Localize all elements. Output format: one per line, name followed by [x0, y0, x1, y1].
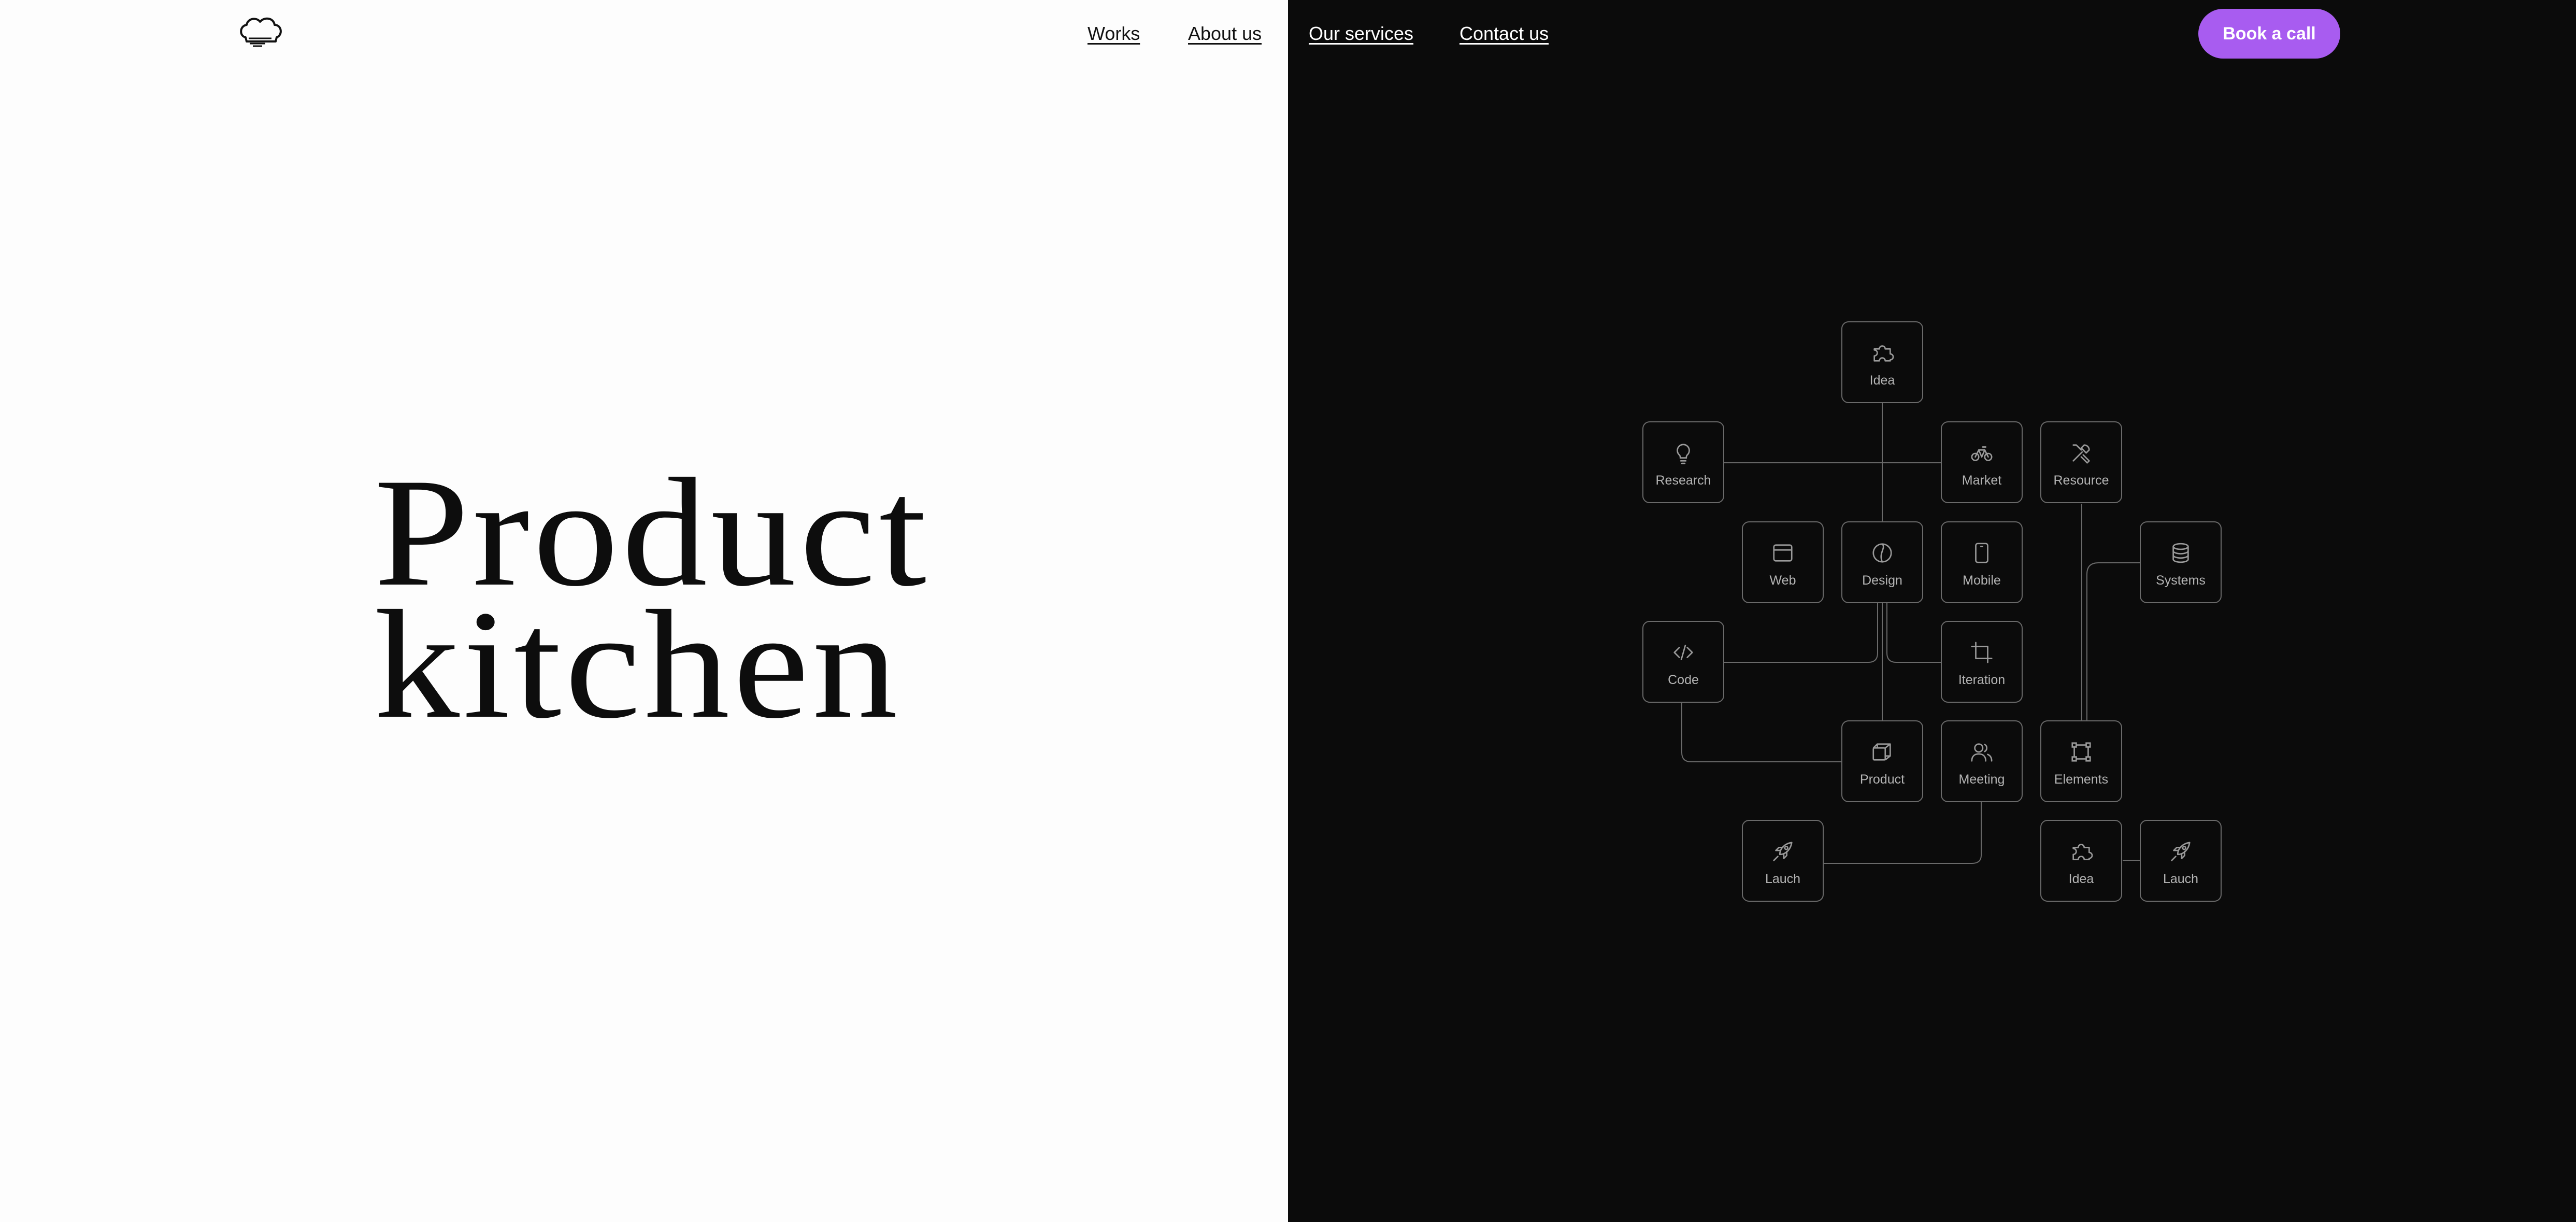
hero-title: Product kitchen	[374, 454, 930, 750]
nav-contact-us[interactable]: Contact us	[1459, 21, 1549, 47]
diagram-node-label: Web	[1769, 573, 1796, 588]
code-icon	[1671, 641, 1695, 664]
diagram-node-label: Idea	[1869, 373, 1895, 388]
diagram-node-label: Lauch	[2163, 872, 2199, 886]
diagram-node-label: Meeting	[1958, 772, 2005, 787]
nav-works[interactable]: Works	[1087, 21, 1140, 47]
diagram-node-label: Research	[1655, 473, 1711, 488]
rocket-icon	[2169, 840, 2193, 863]
crop-icon	[1970, 641, 1994, 664]
browser-window-icon	[1771, 541, 1795, 565]
diagram-node-label: Mobile	[1963, 573, 2001, 588]
diagram-node-label: Resource	[2053, 473, 2109, 488]
book-a-call-button[interactable]: Book a call	[2198, 9, 2340, 59]
diagram-node-label: Market	[1962, 473, 2002, 488]
database-icon	[2169, 541, 2193, 565]
diagram-node-label: Elements	[2054, 772, 2109, 787]
diagram-node-market[interactable]: Market	[1941, 421, 2023, 503]
diagram-node-label: Idea	[2068, 872, 2094, 886]
layers-box-icon	[1870, 740, 1894, 764]
chef-hat-icon[interactable]	[238, 16, 283, 49]
diagram-node-label: Code	[1668, 673, 1699, 687]
diagram-node-idea-2[interactable]: Idea	[2040, 820, 2122, 902]
diagram-node-label: Systems	[2156, 573, 2206, 588]
puzzle-icon	[2069, 840, 2093, 863]
palette-circle-icon	[1870, 541, 1894, 565]
diagram-node-launch-2[interactable]: Lauch	[2140, 820, 2222, 902]
users-icon	[1970, 740, 1994, 764]
diagram-node-meeting[interactable]: Meeting	[1941, 720, 2023, 802]
diagram-node-iteration[interactable]: Iteration	[1941, 621, 2023, 703]
diagram-node-elements[interactable]: Elements	[2040, 720, 2122, 802]
diagram-node-mobile[interactable]: Mobile	[1941, 521, 2023, 603]
diagram-node-systems[interactable]: Systems	[2140, 521, 2222, 603]
hero-title-line-2: kitchen	[374, 578, 901, 750]
diagram-node-product[interactable]: Product	[1841, 720, 1923, 802]
diagram-node-launch[interactable]: Lauch	[1742, 820, 1824, 902]
diagram-node-code[interactable]: Code	[1642, 621, 1724, 703]
bicycle-icon	[1970, 441, 1994, 465]
diagram-node-label: Lauch	[1765, 872, 1801, 886]
diagram-node-web[interactable]: Web	[1742, 521, 1824, 603]
rocket-icon	[1771, 840, 1795, 863]
tools-icon	[2069, 441, 2093, 465]
smartphone-icon	[1970, 541, 1994, 565]
diagram-node-resource[interactable]: Resource	[2040, 421, 2122, 503]
nav-about-us[interactable]: About us	[1188, 21, 1262, 47]
diagram-node-design[interactable]: Design	[1841, 521, 1923, 603]
lightbulb-icon	[1671, 441, 1695, 465]
diagram-node-label: Iteration	[1958, 673, 2006, 687]
diagram-node-label: Design	[1862, 573, 1902, 588]
nav-our-services[interactable]: Our services	[1309, 21, 1413, 47]
puzzle-icon	[1870, 341, 1894, 365]
vector-nodes-icon	[2069, 740, 2093, 764]
diagram-node-label: Product	[1859, 772, 1905, 787]
diagram-node-idea[interactable]: Idea	[1841, 321, 1923, 403]
right-panel	[1288, 0, 2576, 1222]
diagram-node-research[interactable]: Research	[1642, 421, 1724, 503]
